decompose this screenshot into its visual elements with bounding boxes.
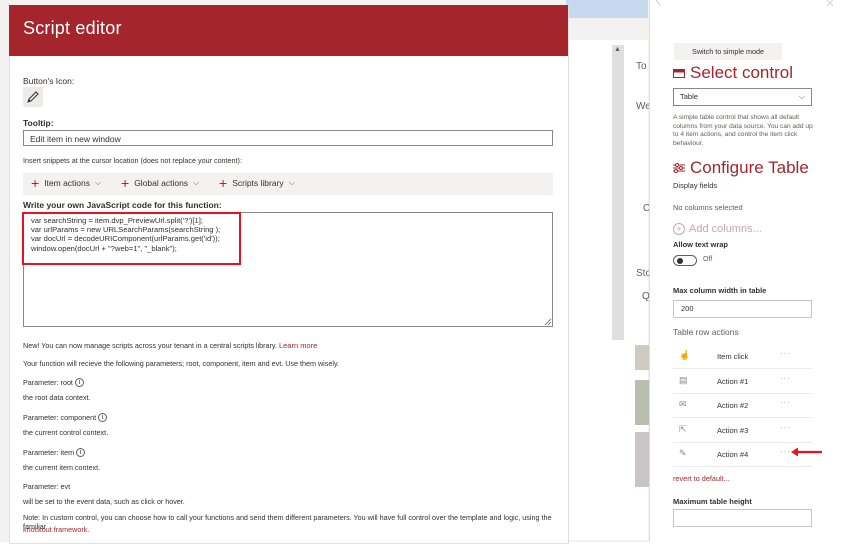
- configure-table-heading: Configure Table: [673, 158, 809, 178]
- more-options-icon[interactable]: ···: [780, 423, 791, 432]
- background-text: To: [636, 61, 647, 72]
- icon-picker-button[interactable]: [23, 87, 43, 107]
- code-label: Write your own JavaScript code for this …: [23, 200, 222, 210]
- global-actions-menu[interactable]: + Global actions ⌵: [121, 175, 200, 191]
- close-icon[interactable]: [826, 0, 836, 8]
- info-icon[interactable]: i: [74, 378, 84, 387]
- table-icon: [673, 68, 685, 78]
- params-intro: Your function will recieve the following…: [23, 359, 339, 368]
- snippet-hint: Insert snippets at the cursor location (…: [23, 156, 242, 165]
- collapse-chevron-icon[interactable]: [654, 0, 670, 8]
- document-icon: ▤: [679, 375, 688, 385]
- param-component-desc: the current control context.: [23, 428, 109, 437]
- script-editor-title: Script editor: [23, 18, 122, 38]
- no-columns-text: No columns selected: [673, 203, 743, 212]
- icon-label: Button's Icon:: [23, 76, 75, 86]
- more-options-icon[interactable]: ···: [780, 349, 791, 358]
- knockout-link[interactable]: knockout framework.: [23, 525, 89, 534]
- settings-sliders-icon: [673, 163, 685, 173]
- scripts-library-menu[interactable]: + Scripts library ⌵: [219, 175, 295, 191]
- allow-text-wrap-label: Allow text wrap: [673, 240, 729, 249]
- chevron-down-icon: ⌵: [193, 178, 200, 187]
- plus-icon: +: [121, 175, 130, 191]
- plus-icon: +: [31, 175, 40, 191]
- snippet-toolbar: + Item actions ⌵ + Global actions ⌵ + Sc…: [23, 173, 553, 195]
- item-actions-menu[interactable]: + Item actions ⌵: [31, 175, 102, 191]
- add-columns-button[interactable]: + Add columns...: [673, 223, 762, 235]
- chevron-down-icon: ⌵: [798, 92, 805, 101]
- pencil-icon: ✎: [679, 448, 687, 458]
- info-icon[interactable]: i: [98, 413, 108, 422]
- max-width-input[interactable]: 200: [673, 300, 812, 318]
- learn-more-link[interactable]: Learn more: [279, 341, 317, 350]
- max-width-label: Max column width in table: [673, 286, 767, 295]
- annotation-arrow-icon: [791, 447, 822, 457]
- chevron-down-icon: ⌵: [95, 178, 102, 187]
- tooltip-label: Tooltip:: [23, 118, 54, 128]
- row-actions-label: Table row actions: [673, 327, 739, 337]
- add-circle-icon: +: [673, 223, 685, 235]
- row-action-item-click[interactable]: ☝ Item click ···: [673, 345, 812, 369]
- param-evt-name: Parameter: evt: [23, 482, 71, 491]
- custom-control-note: Note: In custom control, you can choose …: [23, 513, 552, 531]
- control-type-dropdown[interactable]: Table ⌵: [673, 88, 812, 106]
- background-thumbnail: [635, 380, 649, 425]
- max-height-label: Maximum table height: [673, 497, 752, 506]
- info-icon[interactable]: i: [76, 448, 86, 457]
- more-options-icon[interactable]: ···: [780, 374, 791, 383]
- share-icon: ⇱: [679, 424, 687, 434]
- tooltip-input[interactable]: Edit item in new window: [23, 130, 553, 146]
- more-options-icon[interactable]: ···: [780, 398, 791, 407]
- chevron-down-icon: ⌵: [288, 178, 295, 187]
- switch-simple-mode-button[interactable]: Switch to simple mode: [674, 43, 782, 60]
- scroll-up-icon: ▲: [614, 46, 621, 53]
- param-evt-desc: will be set to the event data, such as c…: [23, 497, 185, 506]
- library-notice: New! You can now manage scripts across y…: [23, 341, 318, 350]
- param-component-name: Parameter: component i: [23, 413, 108, 422]
- display-fields-label: Display fields: [673, 181, 718, 190]
- pointer-icon: ☝: [679, 350, 691, 360]
- param-item-desc: the current item context.: [23, 463, 101, 472]
- row-action-2[interactable]: ✉ Action #2 ···: [673, 394, 812, 418]
- toggle-knob: [677, 258, 683, 264]
- background-thumbnail: [635, 345, 649, 370]
- control-description: A simple table control that shows all de…: [673, 114, 813, 147]
- max-height-input[interactable]: [673, 509, 812, 527]
- plus-icon: +: [219, 175, 228, 191]
- background-topbar: [566, 0, 648, 18]
- background-thumbnail: [635, 432, 649, 487]
- background-scrollbar: [612, 45, 624, 340]
- row-action-1[interactable]: ▤ Action #1 ···: [673, 370, 812, 394]
- toggle-state: Off: [703, 256, 713, 263]
- param-root-name: Parameter: root i: [23, 378, 84, 387]
- resize-handle-icon[interactable]: [544, 318, 552, 326]
- code-highlight-box: [22, 212, 241, 265]
- pencil-icon: [27, 91, 39, 103]
- param-root-desc: the root data context.: [23, 393, 91, 402]
- row-action-3[interactable]: ⇱ Action #3 ···: [673, 419, 812, 443]
- revert-default-link[interactable]: revert to default...: [673, 474, 730, 483]
- mail-icon: ✉: [679, 399, 687, 409]
- select-control-heading: Select control: [673, 63, 793, 83]
- param-item-name: Parameter: item i: [23, 448, 86, 457]
